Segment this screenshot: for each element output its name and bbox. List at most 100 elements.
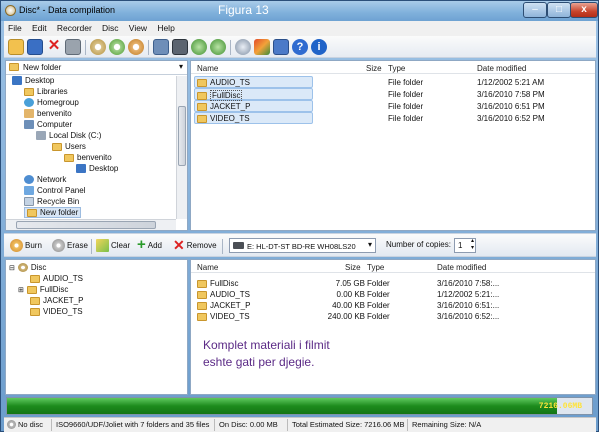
table-row[interactable]: FullDisc <box>197 279 238 288</box>
table-row[interactable]: FullDisc <box>197 90 243 101</box>
collapse-icon[interactable]: ⊟ <box>9 264 15 272</box>
disc-tree-item[interactable]: VIDEO_TS <box>30 307 83 316</box>
desktop-icon <box>12 76 22 85</box>
menu-view[interactable]: View <box>125 21 151 35</box>
hscroll-thumb[interactable] <box>16 221 156 229</box>
row-type: File folder <box>388 114 424 123</box>
options-icon[interactable] <box>273 39 289 55</box>
col-name[interactable]: Name <box>197 64 218 73</box>
copies-stepper[interactable]: 1 ▴ ▾ <box>454 238 476 253</box>
disc-capacity-bar: 7216.06MB <box>6 397 593 415</box>
expand-icon[interactable]: ⊞ <box>18 286 24 294</box>
col-date[interactable]: Date modified <box>437 263 486 272</box>
disc-add-icon[interactable] <box>109 39 125 55</box>
close-button[interactable]: x <box>570 2 598 18</box>
table-row[interactable]: AUDIO_TS <box>197 290 250 299</box>
burn-button[interactable]: Burn <box>10 239 42 252</box>
folder-combo[interactable]: New folder ▾ <box>6 61 187 75</box>
tools-icon[interactable] <box>254 39 270 55</box>
spin-arrows-icon[interactable]: ▴ ▾ <box>471 238 474 252</box>
compilation-toolbar: Burn Erase Clear + Add ✕ Remove E: HL-DT-S… <box>4 233 596 257</box>
table-row[interactable]: JACKET_P <box>197 102 250 111</box>
col-name[interactable]: Name <box>197 263 218 272</box>
drive-icon[interactable] <box>172 39 188 55</box>
tree-item-libraries[interactable]: Libraries <box>24 87 68 96</box>
col-size[interactable]: Size <box>366 64 382 73</box>
delete-icon[interactable]: ✕ <box>46 38 62 55</box>
disc-tree-item[interactable]: JACKET_P <box>30 296 83 305</box>
disc-tree-item[interactable]: AUDIO_TS <box>30 274 83 283</box>
tree-item-homegroup[interactable]: Homegroup <box>24 98 79 107</box>
menu-recorder[interactable]: Recorder <box>53 21 96 35</box>
tree-item-computer[interactable]: Computer <box>24 120 72 129</box>
tree-label: Desktop <box>89 164 119 173</box>
disc-tree-item[interactable]: ⊞ FullDisc <box>18 285 68 294</box>
folder-icon <box>197 290 207 299</box>
chevron-down-icon[interactable]: ▾ <box>368 240 372 249</box>
menu-disc[interactable]: Disc <box>98 21 123 35</box>
col-size[interactable]: Size <box>345 263 361 272</box>
disc-info-icon[interactable] <box>153 39 169 55</box>
back-icon[interactable] <box>191 39 207 55</box>
minimize-button[interactable]: – <box>523 2 547 18</box>
row-type: File folder <box>388 78 424 87</box>
disc-contents-panel: Name Size Type Date modified FullDisc 7.… <box>190 259 596 395</box>
tree-item-network[interactable]: Network <box>24 175 66 184</box>
tree-label: Control Panel <box>37 186 86 195</box>
print-icon[interactable] <box>65 39 81 55</box>
row-date: 3/16/2010 6:51 PM <box>477 102 545 111</box>
desktop-icon <box>76 164 86 173</box>
disc-status: No disc <box>7 420 43 429</box>
tree-item-benvenito[interactable]: benvenito <box>64 153 112 162</box>
settings-gear-icon[interactable] <box>235 39 251 55</box>
maximize-button[interactable]: □ <box>547 2 571 18</box>
save-icon[interactable] <box>27 39 43 55</box>
burn-icon <box>10 239 23 252</box>
menu-help[interactable]: Help <box>153 21 178 35</box>
tree-item-users[interactable]: Users <box>52 142 86 151</box>
disc-tree-root[interactable]: ⊟ Disc <box>9 263 46 272</box>
scrollbar-thumb[interactable] <box>178 106 186 166</box>
title-bar[interactable]: Disc* - Data compilation Figura 13 – □ x <box>1 1 598 21</box>
info-icon[interactable]: i <box>311 39 327 55</box>
tree-label: Homegroup <box>37 98 79 107</box>
disc-copy-icon[interactable] <box>128 39 144 55</box>
col-date[interactable]: Date modified <box>477 64 526 73</box>
tree-label: benvenito <box>77 153 112 162</box>
disc-icon[interactable] <box>90 39 106 55</box>
drive-select[interactable]: E: HL-DT-ST BD-RE WH08LS20 ▾ <box>229 238 376 253</box>
tree-item-new-folder[interactable]: New folder <box>24 207 82 218</box>
tree-item-control-panel[interactable]: Control Panel <box>24 186 85 195</box>
col-type[interactable]: Type <box>388 64 405 73</box>
tree-item-desktop[interactable]: Desktop <box>12 76 54 85</box>
row-name: FullDisc <box>210 90 243 101</box>
network-icon <box>24 175 34 184</box>
col-type[interactable]: Type <box>367 263 384 272</box>
tree-item-user-desktop[interactable]: Desktop <box>76 164 118 173</box>
tree-scrollbar[interactable] <box>176 76 187 219</box>
table-row[interactable]: JACKET_P <box>197 301 250 310</box>
add-label: Add <box>147 240 162 250</box>
help-icon[interactable]: ? <box>292 39 308 55</box>
table-row[interactable]: VIDEO_TS <box>197 312 250 321</box>
menu-edit[interactable]: Edit <box>28 21 51 35</box>
forward-icon[interactable] <box>210 39 226 55</box>
folder-contents-panel: Name Size Type Date modified AUDIO_TS Fi… <box>190 60 596 231</box>
table-row[interactable]: AUDIO_TS <box>197 78 250 87</box>
erase-button[interactable]: Erase <box>52 239 88 252</box>
clear-button[interactable]: Clear <box>96 239 130 252</box>
optical-drive-icon <box>233 242 244 249</box>
add-icon: + <box>137 236 146 253</box>
row-name: VIDEO_TS <box>210 114 250 123</box>
tree-label: Users <box>65 142 86 151</box>
new-folder-icon[interactable] <box>8 39 24 55</box>
chevron-down-icon[interactable]: ▾ <box>179 62 183 71</box>
tree-item-local-disk[interactable]: Local Disk (C:) <box>36 131 101 140</box>
remove-button[interactable]: ✕ Remove <box>173 238 217 252</box>
tree-item-recycle-bin[interactable]: Recycle Bin <box>24 197 79 206</box>
tree-item-user[interactable]: benvenito <box>24 109 72 118</box>
menu-file[interactable]: File <box>4 21 26 35</box>
tree-hscrollbar[interactable] <box>6 219 176 230</box>
add-button[interactable]: + Add <box>137 236 162 253</box>
table-row[interactable]: VIDEO_TS <box>197 114 250 123</box>
